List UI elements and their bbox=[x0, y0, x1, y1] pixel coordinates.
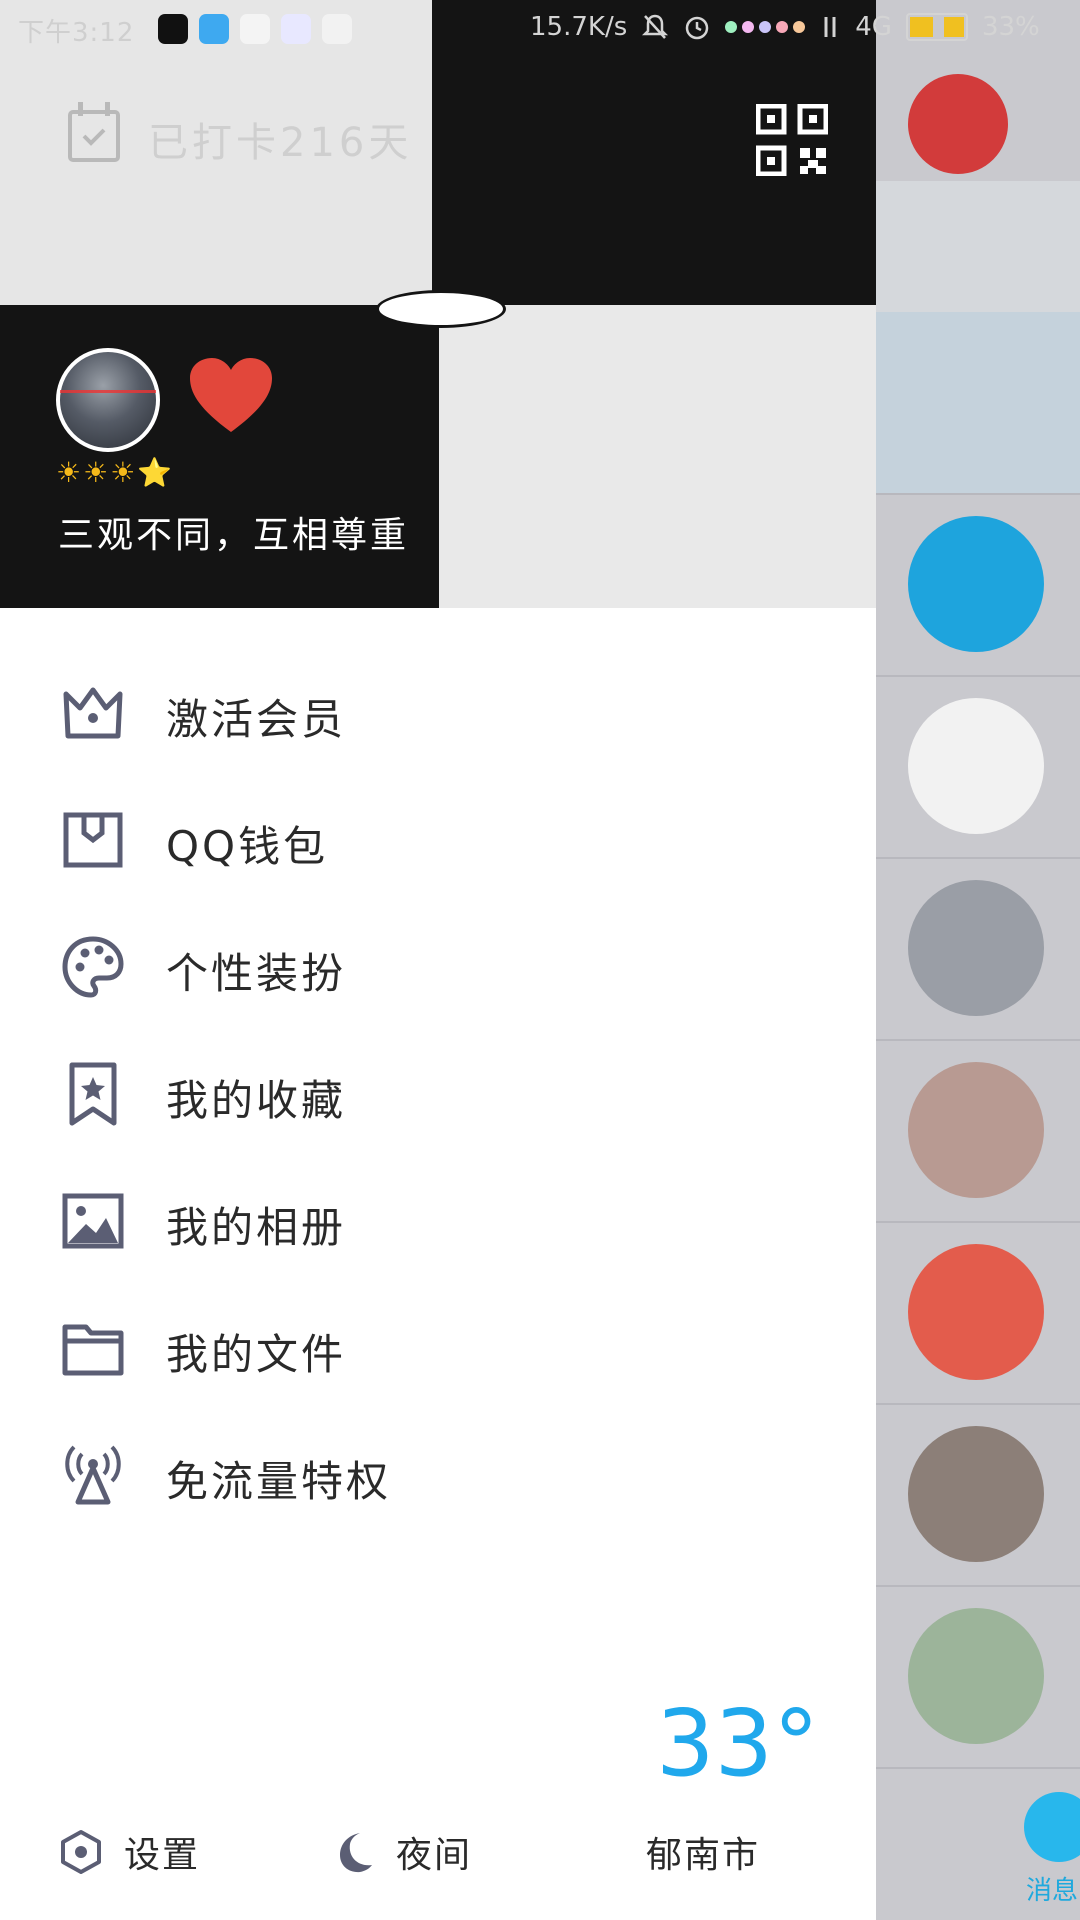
settings-hexagon-icon bbox=[61, 1830, 101, 1874]
settings-label: 设置 bbox=[124, 1835, 201, 1876]
qr-code-icon[interactable] bbox=[756, 104, 828, 176]
status-time: 下午3:12 bbox=[18, 18, 135, 48]
menu-item-label: 我的收藏 bbox=[166, 1076, 347, 1125]
network-type: 4G bbox=[855, 12, 892, 42]
user-signature[interactable]: 三观不同，互相尊重 bbox=[58, 506, 409, 558]
chat-row[interactable] bbox=[876, 1404, 1080, 1587]
city-button[interactable]: 郁南市 bbox=[646, 1826, 760, 1878]
crown-icon bbox=[63, 687, 123, 739]
status-right-group: 15.7K/s 4G 33% bbox=[530, 12, 1040, 42]
battery-percent: 33% bbox=[981, 12, 1040, 42]
calendar-check-icon[interactable] bbox=[68, 102, 120, 162]
menu-item-label: 我的相册 bbox=[166, 1203, 347, 1252]
menu-item-label: 我的文件 bbox=[166, 1330, 347, 1379]
night-mode-button[interactable]: 夜间 bbox=[330, 1826, 472, 1878]
chat-row[interactable] bbox=[876, 1222, 1080, 1405]
user-avatar[interactable] bbox=[56, 348, 160, 452]
folder-icon bbox=[62, 1324, 124, 1376]
avatar bbox=[908, 1062, 1044, 1198]
chat-row[interactable] bbox=[876, 676, 1080, 859]
weibo-icon bbox=[199, 14, 229, 44]
avatar bbox=[908, 74, 1008, 174]
menu-item-label: 免流量特权 bbox=[166, 1457, 392, 1506]
menu-item-free-data[interactable]: 免流量特权 bbox=[0, 1412, 876, 1539]
net-speed: 15.7K/s bbox=[530, 12, 628, 42]
avatar bbox=[908, 698, 1044, 834]
wallet-icon bbox=[63, 812, 123, 868]
background-chat-list: 消息 bbox=[876, 0, 1080, 1920]
weather-temperature[interactable]: 33° bbox=[656, 1690, 819, 1797]
menu-item-album[interactable]: 我的相册 bbox=[0, 1158, 876, 1285]
checkin-days-text[interactable]: 已打卡216天 bbox=[148, 110, 412, 168]
chat-row[interactable] bbox=[876, 494, 1080, 677]
side-drawer: 已打卡216天 ☀☀☀⭐ 三观不同，互相尊重 激活会员 QQ钱包 个性装扮 我的… bbox=[0, 0, 876, 1920]
menu-item-label: 个性装扮 bbox=[166, 949, 347, 998]
moon-icon bbox=[340, 1833, 372, 1873]
antenna-icon bbox=[65, 1445, 121, 1505]
settings-button[interactable]: 设置 bbox=[58, 1826, 200, 1878]
avatar bbox=[908, 1244, 1044, 1380]
game-icon bbox=[322, 14, 352, 44]
drawer-footer: 设置 夜间 郁南市 bbox=[0, 1800, 876, 1900]
video-icon bbox=[281, 14, 311, 44]
message-tab-label[interactable]: 消息 bbox=[1026, 1870, 1078, 1907]
palette-icon bbox=[62, 936, 124, 998]
avatar bbox=[908, 1608, 1044, 1744]
heart-icon[interactable] bbox=[188, 356, 274, 436]
message-tab-icon[interactable] bbox=[1024, 1792, 1080, 1862]
level-stars: ☀☀☀⭐ bbox=[56, 456, 175, 489]
alarm-icon bbox=[686, 16, 709, 40]
image-icon bbox=[62, 1193, 124, 1249]
menu-item-wallet[interactable]: QQ钱包 bbox=[0, 777, 876, 904]
chat-row[interactable] bbox=[876, 1040, 1080, 1223]
menu-item-files[interactable]: 我的文件 bbox=[0, 1285, 876, 1412]
header-decoration bbox=[376, 290, 506, 328]
browser-icon bbox=[240, 14, 270, 44]
avatar bbox=[908, 880, 1044, 1016]
menu-item-label: QQ钱包 bbox=[166, 822, 329, 871]
night-mode-label: 夜间 bbox=[396, 1835, 473, 1876]
bookmark-star-icon bbox=[69, 1062, 117, 1126]
menu-item-vip[interactable]: 激活会员 bbox=[0, 650, 876, 777]
battery-icon bbox=[905, 13, 968, 41]
status-bar: 下午3:12 15.7K/s 4G 33% bbox=[0, 0, 1080, 56]
menu-item-label: 激活会员 bbox=[166, 695, 347, 744]
notification-dots bbox=[725, 21, 806, 33]
city-label: 郁南市 bbox=[646, 1835, 761, 1876]
bottom-tab-bar: 消息 bbox=[876, 1770, 1080, 1920]
header-block-light bbox=[439, 305, 876, 608]
avatar-decoration bbox=[60, 390, 156, 393]
chat-row[interactable] bbox=[876, 312, 1080, 495]
avatar bbox=[908, 516, 1044, 652]
tiktok-icon bbox=[158, 14, 188, 44]
chat-row[interactable] bbox=[876, 858, 1080, 1041]
status-app-icons bbox=[158, 14, 352, 44]
chat-row[interactable] bbox=[876, 1586, 1080, 1769]
menu-item-theme[interactable]: 个性装扮 bbox=[0, 904, 876, 1031]
mute-bell-icon bbox=[642, 14, 669, 39]
avatar bbox=[908, 1426, 1044, 1562]
menu-item-favorites[interactable]: 我的收藏 bbox=[0, 1031, 876, 1158]
data-arrows-icon bbox=[824, 17, 836, 37]
